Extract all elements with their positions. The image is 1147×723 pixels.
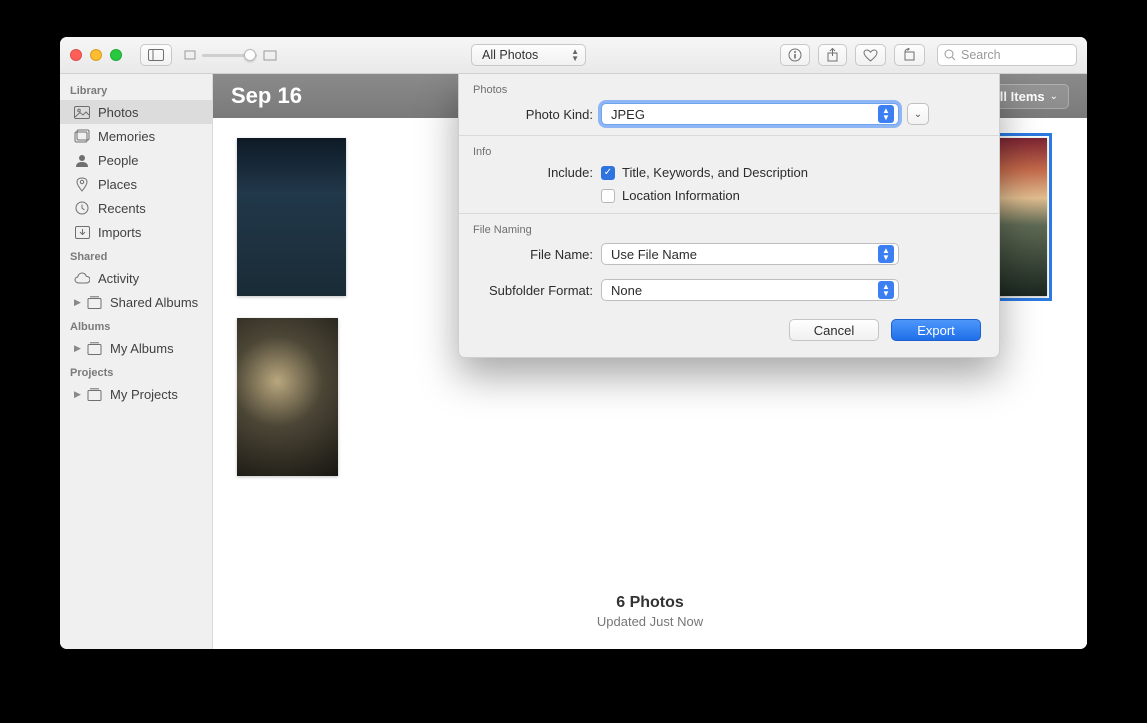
dialog-section-filenaming: File Naming bbox=[459, 214, 999, 239]
titlebar: All Photos ▲▼ Search bbox=[60, 37, 1087, 74]
dialog-section-photos: Photos bbox=[459, 74, 999, 99]
window-controls bbox=[70, 49, 122, 61]
expand-options-button[interactable]: ⌄ bbox=[907, 103, 929, 125]
sidebar-item-label: Activity bbox=[98, 271, 139, 286]
favorite-button[interactable] bbox=[855, 44, 886, 66]
stepper-icon: ▲▼ bbox=[878, 245, 894, 263]
album-icon bbox=[86, 294, 102, 310]
dialog-section-info: Info bbox=[459, 136, 999, 161]
album-icon bbox=[86, 386, 102, 402]
search-input[interactable]: Search bbox=[937, 44, 1077, 66]
checkbox-unchecked-icon bbox=[601, 189, 615, 203]
subfolder-select[interactable]: None ▲▼ bbox=[601, 279, 899, 301]
photos-app-window: All Photos ▲▼ Search Library bbox=[60, 37, 1087, 649]
sidebar-item-label: Shared Albums bbox=[110, 295, 198, 310]
info-button[interactable] bbox=[780, 44, 810, 66]
checkbox-checked-icon: ✓ bbox=[601, 166, 615, 180]
toolbar-right-group bbox=[780, 44, 925, 66]
filename-label: File Name: bbox=[473, 247, 593, 262]
thumbnail-zoom-slider[interactable] bbox=[184, 50, 277, 61]
subfolder-label: Subfolder Format: bbox=[473, 283, 593, 298]
disclosure-icon[interactable]: ▶ bbox=[74, 297, 82, 308]
cloud-icon bbox=[74, 270, 90, 286]
sidebar-header-shared: Shared bbox=[60, 244, 212, 266]
disclosure-icon[interactable]: ▶ bbox=[74, 389, 82, 400]
view-selector-value: All Photos bbox=[482, 48, 538, 62]
include-title-checkbox[interactable]: ✓ Title, Keywords, and Description bbox=[601, 165, 808, 180]
places-icon bbox=[74, 176, 90, 192]
zoom-out-icon bbox=[184, 50, 196, 60]
stepper-icon: ▲▼ bbox=[571, 48, 579, 62]
search-icon bbox=[944, 49, 956, 61]
export-dialog: Photos Photo Kind: JPEG ▲▼ ⌄ Info Includ… bbox=[458, 74, 1000, 358]
sidebar-header-albums: Albums bbox=[60, 314, 212, 336]
sidebar-item-people[interactable]: People bbox=[60, 148, 212, 172]
sidebar-item-label: My Albums bbox=[110, 341, 174, 356]
rotate-button[interactable] bbox=[894, 44, 925, 66]
info-icon bbox=[788, 48, 802, 62]
filename-value: Use File Name bbox=[611, 247, 697, 262]
album-icon bbox=[86, 340, 102, 356]
include-title-label: Title, Keywords, and Description bbox=[622, 165, 808, 180]
sidebar-header-projects: Projects bbox=[60, 360, 212, 382]
cancel-button[interactable]: Cancel bbox=[789, 319, 879, 341]
sidebar-item-places[interactable]: Places bbox=[60, 172, 212, 196]
share-button[interactable] bbox=[818, 44, 847, 66]
filename-select[interactable]: Use File Name ▲▼ bbox=[601, 243, 899, 265]
search-placeholder: Search bbox=[961, 48, 1001, 62]
sidebar-item-activity[interactable]: Activity bbox=[60, 266, 212, 290]
sidebar-item-my-albums[interactable]: ▶ My Albums bbox=[60, 336, 212, 360]
sidebar-item-photos[interactable]: Photos bbox=[60, 100, 212, 124]
view-selector[interactable]: All Photos ▲▼ bbox=[471, 44, 586, 66]
main-content: Sep 16 selected Showing: All Items ⌄ bbox=[213, 74, 1087, 649]
export-button[interactable]: Export bbox=[891, 319, 981, 341]
sidebar: Library Photos Memories People Places Re… bbox=[60, 74, 213, 649]
sidebar-item-label: Imports bbox=[98, 225, 141, 240]
photos-icon bbox=[74, 104, 90, 120]
sidebar-item-label: People bbox=[98, 153, 138, 168]
sidebar-item-label: Photos bbox=[98, 105, 138, 120]
photo-thumbnail[interactable] bbox=[237, 318, 338, 476]
sidebar-toggle-button[interactable] bbox=[140, 44, 172, 66]
date-heading: Sep 16 bbox=[231, 83, 302, 109]
stepper-icon: ▲▼ bbox=[878, 105, 894, 123]
subfolder-value: None bbox=[611, 283, 642, 298]
photo-kind-value: JPEG bbox=[611, 107, 645, 122]
updated-label: Updated Just Now bbox=[213, 614, 1087, 629]
sidebar-item-label: Places bbox=[98, 177, 137, 192]
stepper-icon: ▲▼ bbox=[878, 281, 894, 299]
people-icon bbox=[74, 152, 90, 168]
chevron-down-icon: ⌄ bbox=[1050, 91, 1058, 102]
fullscreen-window-button[interactable] bbox=[110, 49, 122, 61]
sidebar-item-shared-albums[interactable]: ▶ Shared Albums bbox=[60, 290, 212, 314]
disclosure-icon[interactable]: ▶ bbox=[74, 343, 82, 354]
photo-thumbnail[interactable] bbox=[237, 138, 346, 296]
sidebar-item-imports[interactable]: Imports bbox=[60, 220, 212, 244]
content-footer: 6 Photos Updated Just Now bbox=[213, 582, 1087, 649]
heart-icon bbox=[863, 49, 878, 62]
chevron-down-icon: ⌄ bbox=[914, 109, 922, 120]
sidebar-item-label: My Projects bbox=[110, 387, 178, 402]
sidebar-item-memories[interactable]: Memories bbox=[60, 124, 212, 148]
close-window-button[interactable] bbox=[70, 49, 82, 61]
memories-icon bbox=[74, 128, 90, 144]
imports-icon bbox=[74, 224, 90, 240]
include-label: Include: bbox=[473, 165, 593, 180]
share-icon bbox=[826, 48, 839, 63]
sidebar-item-label: Recents bbox=[98, 201, 146, 216]
rotate-icon bbox=[902, 48, 917, 62]
sidebar-item-label: Memories bbox=[98, 129, 155, 144]
photo-kind-label: Photo Kind: bbox=[473, 107, 593, 122]
include-location-checkbox[interactable]: Location Information bbox=[601, 188, 740, 203]
sidebar-item-recents[interactable]: Recents bbox=[60, 196, 212, 220]
zoom-in-icon bbox=[263, 50, 277, 61]
sidebar-item-my-projects[interactable]: ▶ My Projects bbox=[60, 382, 212, 406]
window-body: Library Photos Memories People Places Re… bbox=[60, 74, 1087, 649]
photo-count: 6 Photos bbox=[213, 594, 1087, 612]
minimize-window-button[interactable] bbox=[90, 49, 102, 61]
photo-kind-select[interactable]: JPEG ▲▼ bbox=[601, 103, 899, 125]
recents-icon bbox=[74, 200, 90, 216]
include-location-label: Location Information bbox=[622, 188, 740, 203]
sidebar-header-library: Library bbox=[60, 78, 212, 100]
